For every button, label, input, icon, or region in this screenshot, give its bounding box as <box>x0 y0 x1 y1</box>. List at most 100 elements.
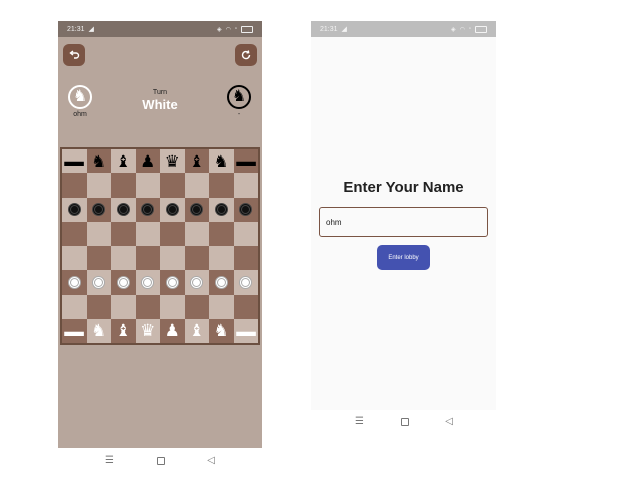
white-queen-piece[interactable]: ♛ <box>140 322 155 339</box>
back-icon[interactable]: ◁ <box>207 455 215 466</box>
restart-button[interactable] <box>235 44 257 66</box>
white-pawn-piece[interactable]: ♟ <box>165 322 180 339</box>
board-square[interactable] <box>184 270 209 295</box>
board-square[interactable] <box>135 197 160 222</box>
board-square[interactable] <box>86 294 111 319</box>
board-square[interactable] <box>233 221 258 246</box>
black-bishop-piece[interactable]: ♝ <box>116 153 131 170</box>
white-pawnstack-piece[interactable]: ▬ <box>64 324 84 338</box>
board-square[interactable] <box>184 221 209 246</box>
board-square[interactable] <box>160 173 185 198</box>
board-square[interactable] <box>209 197 234 222</box>
black-queen-piece[interactable]: ♛ <box>165 153 180 170</box>
black-knight-piece[interactable]: ♞ <box>91 153 106 170</box>
white-disc-piece[interactable] <box>67 275 81 289</box>
board-square[interactable] <box>62 270 87 295</box>
board-square[interactable] <box>233 294 258 319</box>
board-square[interactable] <box>209 246 234 271</box>
white-disc-piece[interactable] <box>116 275 130 289</box>
white-pawnstack-piece[interactable]: ▬ <box>236 324 256 338</box>
board-square[interactable]: ▬ <box>62 318 87 343</box>
board-square[interactable] <box>160 294 185 319</box>
board-square[interactable]: ▬ <box>62 149 87 174</box>
board-square[interactable] <box>135 270 160 295</box>
board-square[interactable]: ♞ <box>86 318 111 343</box>
board-square[interactable]: ♟ <box>135 149 160 174</box>
black-disc-piece[interactable] <box>214 203 228 217</box>
board-square[interactable] <box>184 197 209 222</box>
white-knight-piece[interactable]: ♞ <box>214 322 229 339</box>
board-square[interactable] <box>62 197 87 222</box>
undo-button[interactable] <box>63 44 85 66</box>
board-square[interactable] <box>86 173 111 198</box>
white-disc-piece[interactable] <box>165 275 179 289</box>
black-disc-piece[interactable] <box>141 203 155 217</box>
board-square[interactable] <box>62 246 87 271</box>
board-square[interactable]: ▬ <box>233 149 258 174</box>
white-bishop-piece[interactable]: ♝ <box>189 322 204 339</box>
black-knight-piece[interactable]: ♞ <box>214 153 229 170</box>
board-square[interactable] <box>111 246 136 271</box>
board-square[interactable]: ♞ <box>209 318 234 343</box>
board-square[interactable] <box>135 294 160 319</box>
white-disc-piece[interactable] <box>141 275 155 289</box>
board-square[interactable]: ▬ <box>233 318 258 343</box>
name-input[interactable] <box>319 207 488 237</box>
board-square[interactable] <box>184 246 209 271</box>
board-square[interactable] <box>86 270 111 295</box>
black-bishop-piece[interactable]: ♝ <box>189 153 204 170</box>
board-square[interactable] <box>160 221 185 246</box>
board-square[interactable]: ♝ <box>111 318 136 343</box>
board-square[interactable] <box>111 197 136 222</box>
board-square[interactable]: ♝ <box>184 318 209 343</box>
board-square[interactable] <box>135 221 160 246</box>
board-square[interactable]: ♟ <box>160 318 185 343</box>
board-square[interactable] <box>209 173 234 198</box>
board-square[interactable] <box>135 246 160 271</box>
enter-lobby-button[interactable]: Enter lobby <box>377 245 430 270</box>
board-square[interactable] <box>209 294 234 319</box>
menu-icon[interactable]: ☰ <box>355 416 364 427</box>
board-square[interactable] <box>209 221 234 246</box>
board-square[interactable] <box>160 246 185 271</box>
board-square[interactable] <box>233 246 258 271</box>
board-square[interactable] <box>135 173 160 198</box>
black-disc-piece[interactable] <box>165 203 179 217</box>
white-knight-piece[interactable]: ♞ <box>91 322 106 339</box>
board-square[interactable]: ♛ <box>135 318 160 343</box>
board-square[interactable] <box>86 246 111 271</box>
black-disc-piece[interactable] <box>92 203 106 217</box>
board-square[interactable] <box>86 221 111 246</box>
board-square[interactable] <box>111 221 136 246</box>
white-bishop-piece[interactable]: ♝ <box>116 322 131 339</box>
board-square[interactable] <box>233 173 258 198</box>
board-square[interactable]: ♞ <box>86 149 111 174</box>
black-pawnstack-piece[interactable]: ▬ <box>64 154 84 168</box>
white-disc-piece[interactable] <box>239 275 253 289</box>
white-disc-piece[interactable] <box>190 275 204 289</box>
white-disc-piece[interactable] <box>214 275 228 289</box>
board-square[interactable] <box>111 270 136 295</box>
white-disc-piece[interactable] <box>92 275 106 289</box>
board-square[interactable] <box>160 197 185 222</box>
board-square[interactable] <box>62 173 87 198</box>
black-disc-piece[interactable] <box>67 203 81 217</box>
board-square[interactable] <box>184 173 209 198</box>
back-icon[interactable]: ◁ <box>445 416 453 427</box>
board-square[interactable]: ♞ <box>209 149 234 174</box>
board-square[interactable] <box>160 270 185 295</box>
board-square[interactable] <box>111 294 136 319</box>
menu-icon[interactable]: ☰ <box>105 455 114 466</box>
board-square[interactable] <box>111 173 136 198</box>
black-pawnstack-piece[interactable]: ▬ <box>236 154 256 168</box>
board-square[interactable]: ♝ <box>184 149 209 174</box>
board-square[interactable]: ♝ <box>111 149 136 174</box>
board-square[interactable]: ♛ <box>160 149 185 174</box>
board-square[interactable] <box>62 294 87 319</box>
board-square[interactable] <box>233 270 258 295</box>
board-square[interactable] <box>184 294 209 319</box>
board-square[interactable] <box>233 197 258 222</box>
black-disc-piece[interactable] <box>116 203 130 217</box>
board-square[interactable] <box>209 270 234 295</box>
home-icon[interactable] <box>156 456 165 465</box>
